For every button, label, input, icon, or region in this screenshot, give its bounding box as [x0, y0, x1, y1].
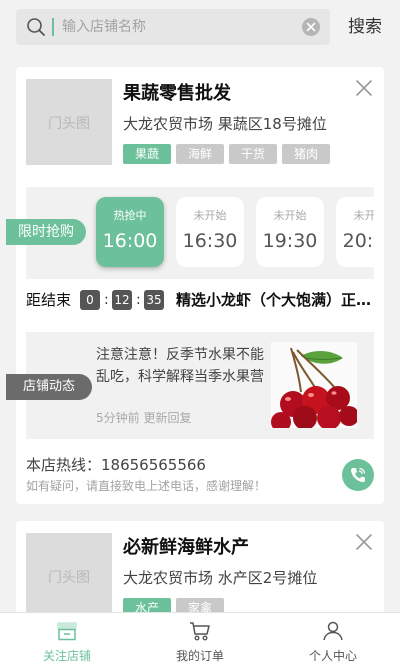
user-icon — [323, 621, 343, 641]
slot-status: 热抢中 — [113, 209, 147, 222]
search-placeholder: 输入店铺名称 — [62, 19, 146, 35]
slot-status: 未开始 — [273, 209, 307, 222]
slot-time: 16:00 — [102, 230, 158, 252]
hotline-note: 如有疑问，请直接致电上述电话，感谢理解！ — [26, 479, 267, 493]
slot-time: 20:00 — [342, 230, 374, 252]
countdown-seconds: 35 — [144, 290, 164, 310]
clear-input-icon[interactable] — [302, 18, 320, 36]
nav-label: 个人中心 — [308, 649, 357, 663]
shop-name: 果蔬零售批发 — [123, 83, 231, 104]
phone-icon — [351, 467, 366, 482]
search-button[interactable]: 搜索 — [348, 16, 382, 38]
thumbnail-placeholder-label: 门头图 — [48, 570, 90, 586]
countdown-hours: 0 — [80, 290, 100, 310]
nav-my-orders[interactable]: 我的订单 — [133, 613, 267, 666]
news-text: 注意注意！反季节水果不能乱吃，科学解释当季水果营养更丰富 — [96, 347, 264, 385]
countdown-separator: : — [136, 292, 141, 308]
time-slot-active[interactable]: 热抢中 16:00 — [96, 197, 164, 267]
tag-dry-goods[interactable]: 干货 — [229, 144, 277, 164]
time-slot[interactable]: 未开始 20:00 — [336, 197, 374, 267]
countdown: 距结束 0 : 12 : 35 精选小龙虾（个大饱满）正在热抢中 — [26, 289, 374, 311]
shop-address: 大龙农贸市场 水产区2号摊位 — [123, 569, 318, 587]
countdown-separator: : — [104, 292, 109, 308]
store-hotline: 本店热线：18656565566 — [26, 456, 206, 474]
countdown-minutes: 12 — [112, 290, 132, 310]
thumbnail-placeholder-label: 门头图 — [48, 116, 90, 132]
nav-label: 关注店铺 — [42, 649, 91, 663]
flash-sale-label: 限时抢购 — [6, 219, 86, 245]
slot-time: 16:30 — [182, 230, 238, 252]
search-bar: 输入店铺名称 搜索 — [0, 0, 400, 56]
time-slot[interactable]: 未开始 19:30 — [256, 197, 324, 267]
call-button[interactable] — [342, 459, 374, 491]
search-icon — [27, 18, 45, 36]
nav-followed-stores[interactable]: 关注店铺 — [0, 613, 134, 666]
countdown-label: 距结束 — [26, 291, 72, 309]
slot-status: 未开始 — [193, 209, 227, 222]
tag-fruit-veg[interactable]: 果蔬 — [123, 144, 171, 164]
bottom-nav: 关注店铺 我的订单 个人中心 — [0, 612, 400, 666]
store-news-label: 店铺动态 — [6, 374, 92, 400]
cart-icon — [190, 622, 210, 641]
shop-thumbnail: 门头图 — [26, 533, 112, 619]
slot-time: 19:30 — [262, 230, 318, 252]
category-tags: 果蔬 海鲜 干货 猪肉 — [123, 144, 335, 164]
close-icon[interactable] — [355, 79, 373, 97]
shop-address: 大龙农贸市场 果蔬区18号摊位 — [123, 115, 327, 133]
slot-status: 未开始 — [353, 209, 375, 222]
text-cursor — [52, 18, 54, 36]
time-slot[interactable]: 未开始 16:30 — [176, 197, 244, 267]
nav-profile[interactable]: 个人中心 — [266, 613, 400, 666]
shop-card[interactable]: 门头图 果蔬零售批发 大龙农贸市场 果蔬区18号摊位 果蔬 海鲜 干货 猪肉 热抢中 … — [6, 67, 384, 504]
search-input[interactable]: 输入店铺名称 — [16, 9, 330, 45]
cherry-image — [271, 342, 357, 428]
tag-seafood[interactable]: 海鲜 — [176, 144, 224, 164]
nav-label: 我的订单 — [175, 649, 224, 663]
news-time: 5分钟前 更新回复 — [96, 411, 192, 425]
store-icon — [57, 622, 77, 641]
tag-pork[interactable]: 猪肉 — [282, 144, 330, 164]
shop-thumbnail: 门头图 — [26, 79, 112, 165]
shop-name: 必新鲜海鲜水产 — [123, 537, 249, 558]
close-icon[interactable] — [355, 533, 373, 551]
flash-sale-product[interactable]: 精选小龙虾（个大饱满）正在热抢中 — [176, 289, 374, 311]
